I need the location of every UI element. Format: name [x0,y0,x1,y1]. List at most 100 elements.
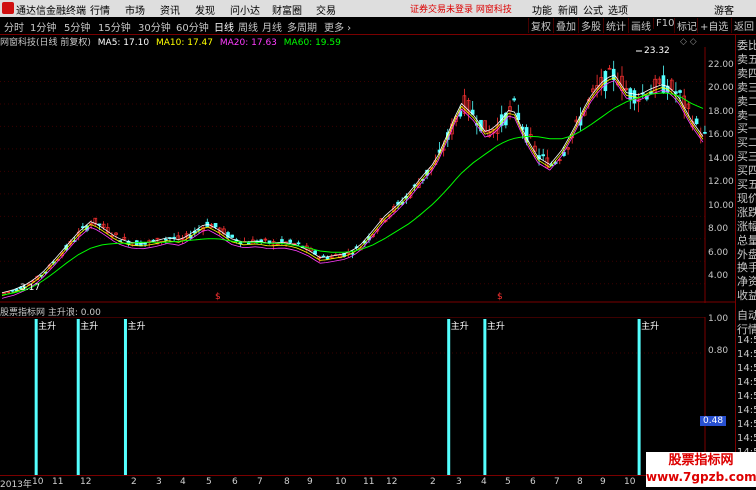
ma20-line [1,80,704,299]
date-tick: 6 [232,477,238,487]
candle-body [164,238,168,241]
menu-shichang[interactable]: 市场 [125,2,145,17]
date-tick: 9 [600,477,606,487]
price-tick: 4.00 [708,271,729,281]
watermark-url: www.7gpzb.com [646,470,756,484]
indicator-chart: 主升 主升 主升 主升 主升 主升 [0,317,706,475]
menu-xuanxiang[interactable]: 选项 [608,2,628,17]
menu-gongneng[interactable]: 功能 [532,2,552,17]
login-notice[interactable]: 证券交易未登录 网窗科技 [410,2,512,15]
tool-tongji[interactable]: 统计 [603,18,628,33]
tool-duogu[interactable]: 多股 [578,18,603,33]
price-tick: 14.00 [708,154,734,164]
menu-caifuquan[interactable]: 财富圈 [272,2,302,17]
price-tick: 20.00 [708,83,734,93]
signal-label: 主升 [127,320,145,332]
signal-bar [34,319,38,475]
candle-body [246,242,251,245]
period-30min[interactable]: 30分钟 [138,19,171,34]
candle-body [213,223,218,228]
tick-time: 14:56 [737,391,756,402]
date-tick: 9 [307,477,313,487]
price-tick: 8.00 [708,224,729,234]
period-daily[interactable]: 日线 [214,19,234,34]
date-axis: 2013年10111223456789101112234567891011122… [0,475,735,490]
event-marker: $ [497,292,503,302]
tool-huaxian[interactable]: 画线 [628,18,653,33]
period-15min[interactable]: 15分钟 [98,19,131,34]
candle-body [288,239,293,243]
price-tick: 16.00 [708,130,734,140]
event-marker: $ [215,292,221,302]
menu-xinwen[interactable]: 新闻 [558,2,578,17]
price-tick: 18.00 [708,107,734,117]
candle-body [143,242,147,245]
candle-body [678,90,682,93]
date-tick: 7 [554,477,560,487]
tool-fuquan[interactable]: 复权 [528,18,553,33]
period-weekly[interactable]: 周线 [238,19,258,34]
date-tick: 2 [430,477,436,487]
date-tick: 7 [257,477,263,487]
tool-fanhui[interactable]: 返回 [731,18,756,33]
tick-time: 14:56 [737,405,756,416]
app-logo-icon [2,2,14,14]
signal-bar [447,319,451,475]
tool-diejia[interactable]: 叠加 [553,18,578,33]
site-watermark: 股票指标网 www.7gpzb.com [646,452,756,487]
candle-body [280,239,284,242]
app-title: 通达信金融终端 [16,6,86,17]
period-5min[interactable]: 5分钟 [64,19,90,34]
ma-legend: 网窗科技(日线 前复权) MA5: 17.10 MA10: 17.47 MA20… [0,35,345,48]
high-price-label: 23.32 [644,46,670,56]
tick-time: 14:56 [737,419,756,430]
menu-faxian[interactable]: 发现 [195,2,215,17]
period-1min[interactable]: 1分钟 [30,19,56,34]
period-more[interactable]: 更多 › [324,19,351,34]
ma10-line [1,77,704,296]
candle-body [541,154,545,157]
signal-label: 主升 [80,320,98,332]
date-tick: 11 [363,477,375,487]
price-tick: 10.00 [708,201,734,211]
kline-chart: $ $ [0,47,735,303]
menu-gongshi[interactable]: 公式 [583,2,603,17]
tool-f10[interactable]: F10 [653,18,676,29]
user-guest[interactable]: 游客 [714,2,734,17]
tick-time: 14:56 [737,335,756,346]
menu-jiaoyi[interactable]: 交易 [316,2,336,17]
period-60min[interactable]: 60分钟 [176,19,209,34]
period-fenshi[interactable]: 分时 [4,19,24,34]
chart-settings-icon[interactable]: ◇ ◇ [680,37,697,47]
menu-wenxiaoda[interactable]: 问小达 [230,2,260,17]
date-tick: 6 [530,477,536,487]
candle-body [259,239,263,242]
signal-bar [123,319,127,475]
ma5-line [1,74,704,294]
tool-zixuan[interactable]: +自选 [697,18,730,33]
signal-bar [76,319,80,475]
menu-hangqing[interactable]: 行情 [90,2,110,17]
date-tick: 8 [284,477,290,487]
tick-time: 14:56 [737,349,756,360]
period-toolbar: 分时 1分钟 5分钟 15分钟 30分钟 60分钟 日线 周线 月线 多周期 更… [0,17,756,35]
signal-label: 主升 [451,320,469,332]
candle-body [603,71,608,92]
date-tick: 5 [505,477,511,487]
tool-biaoji[interactable]: 标记 [674,18,699,33]
date-tick: 10 [32,477,44,487]
indicator-current-value: 0.48 [700,416,727,426]
date-tick: 11 [52,477,64,487]
date-tick: 8 [577,477,583,487]
tick-time: 14:56 [737,377,756,388]
watermark-title: 股票指标网 [668,453,734,468]
period-multi[interactable]: 多周期 [287,19,317,34]
menu-zixun[interactable]: 资讯 [160,2,180,17]
date-tick: 4 [180,477,186,487]
date-tick: 3 [156,477,162,487]
candle-body [230,234,234,238]
date-tick: 10 [624,477,636,487]
date-tick: 4 [481,477,487,487]
candle-body [296,242,301,245]
period-monthly[interactable]: 月线 [262,19,282,34]
